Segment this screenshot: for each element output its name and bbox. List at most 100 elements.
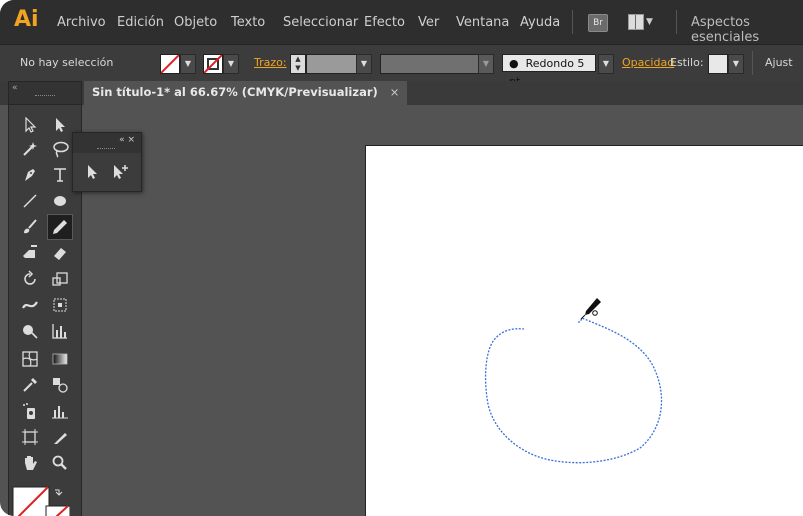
- brush-dropdown[interactable]: ▼: [598, 54, 614, 74]
- direct-selection-arrow-icon: [56, 118, 65, 132]
- artboard-tool[interactable]: [19, 426, 41, 448]
- selection-arrow-icon: [25, 117, 37, 133]
- bar-graph-icon: [52, 324, 67, 339]
- paintbrush-tool[interactable]: [19, 216, 41, 238]
- chevron-down-icon: ▼: [646, 17, 653, 27]
- menu-separator: [676, 10, 677, 34]
- menu-objeto[interactable]: Objeto: [174, 15, 217, 30]
- shape-builder-tool[interactable]: [19, 320, 41, 342]
- stroke-weight-field[interactable]: [306, 54, 358, 74]
- fill-stroke-icon: [12, 486, 71, 516]
- line-segment-tool[interactable]: [19, 190, 41, 212]
- hand-tool[interactable]: [19, 452, 41, 474]
- stroke-weight-dropdown[interactable]: ▼: [356, 54, 372, 74]
- graphic-style-swatch[interactable]: [708, 54, 728, 74]
- lasso-tool[interactable]: [49, 138, 71, 160]
- arrange-documents-icon: [628, 14, 644, 30]
- gradient-icon: [52, 353, 68, 365]
- panel-grip[interactable]: [35, 95, 55, 98]
- variable-width-profile[interactable]: [380, 54, 480, 74]
- artboard[interactable]: [365, 145, 803, 516]
- magic-wand-tool[interactable]: [19, 138, 41, 160]
- blob-brush-icon: [23, 245, 37, 258]
- slice-knife-icon: [54, 433, 67, 444]
- group-selection-tool[interactable]: [109, 161, 131, 183]
- mesh-icon: [22, 351, 38, 367]
- blob-brush-tool[interactable]: [19, 242, 41, 264]
- graph-tool[interactable]: [49, 320, 71, 342]
- none-stroke-icon: [204, 55, 222, 73]
- stroke-swatch[interactable]: [203, 54, 223, 74]
- adjust-button[interactable]: Ajust: [765, 56, 793, 69]
- arrange-documents-button[interactable]: ▼: [628, 14, 653, 30]
- paintbrush-icon: [24, 219, 37, 234]
- selection-status: No hay selección: [20, 56, 114, 69]
- direct-selection-tool[interactable]: [49, 114, 71, 136]
- type-tool[interactable]: [49, 164, 71, 186]
- menu-efecto[interactable]: Efecto: [364, 15, 405, 30]
- menu-archivo[interactable]: Archivo: [57, 15, 106, 30]
- mesh-tool[interactable]: [19, 348, 41, 370]
- tools-panel-header[interactable]: «: [9, 82, 81, 105]
- flyout-controls[interactable]: « ×: [119, 135, 135, 145]
- width-tool[interactable]: [19, 294, 41, 316]
- fill-dropdown[interactable]: ▼: [180, 54, 196, 74]
- tools-panel: «: [8, 81, 82, 516]
- rotate-tool[interactable]: [19, 268, 41, 290]
- zoom-tool[interactable]: [49, 452, 71, 474]
- menu-separator: [572, 10, 573, 34]
- bridge-button[interactable]: Br: [588, 14, 608, 32]
- scale-icon: [52, 272, 68, 286]
- eyedropper-tool[interactable]: [19, 374, 41, 396]
- pencil-tool[interactable]: [47, 214, 73, 240]
- menu-edicion[interactable]: Edición: [117, 15, 164, 30]
- stroke-panel-link[interactable]: Trazo:: [254, 56, 287, 69]
- width-icon: [22, 301, 38, 309]
- direct-selection-tool-flyout[interactable]: [81, 161, 103, 183]
- close-icon[interactable]: ×: [390, 85, 400, 99]
- document-tab-title: Sin título-1* al 66.67% (CMYK/Previsuali…: [92, 85, 378, 99]
- document-tab[interactable]: Sin título-1* al 66.67% (CMYK/Previsuali…: [84, 81, 408, 105]
- eraser-icon: [54, 248, 66, 260]
- pen-nib-icon: [25, 169, 35, 181]
- opacity-link[interactable]: Opacidad: [622, 56, 674, 69]
- flyout-grip[interactable]: [97, 148, 115, 149]
- menu-bar: Ai Archivo Edición Objeto Texto Seleccio…: [0, 0, 803, 45]
- blend-icon: [53, 378, 68, 393]
- column-graph-tool[interactable]: [49, 400, 71, 422]
- blend-tool[interactable]: [49, 374, 71, 396]
- bullet-icon: ●: [509, 57, 519, 70]
- style-dropdown[interactable]: ▼: [728, 54, 744, 74]
- lasso-icon: [53, 141, 69, 158]
- shape-builder-icon: [23, 325, 38, 339]
- workspace-switcher[interactable]: Aspectos esenciales: [691, 15, 803, 45]
- fill-swatch[interactable]: [160, 54, 180, 74]
- pen-tool[interactable]: [19, 164, 41, 186]
- scale-tool[interactable]: [49, 268, 71, 290]
- variable-width-dropdown[interactable]: ▼: [478, 54, 494, 74]
- menu-ventana[interactable]: Ventana: [456, 15, 509, 30]
- ellipse-tool[interactable]: [49, 190, 71, 212]
- symbol-sprayer-tool[interactable]: [19, 400, 41, 422]
- flyout-header[interactable]: « ×: [73, 133, 141, 153]
- menu-seleccionar[interactable]: Seleccionar: [283, 15, 358, 30]
- line-segment-icon: [23, 194, 37, 208]
- collapse-icon[interactable]: «: [12, 83, 18, 93]
- free-transform-tool[interactable]: [49, 294, 71, 316]
- hand-icon: [25, 456, 37, 470]
- slice-tool[interactable]: [49, 426, 71, 448]
- stroke-weight-stepper[interactable]: ▲ ▼: [290, 54, 306, 74]
- type-t-icon: [54, 168, 66, 182]
- menu-ver[interactable]: Ver: [418, 15, 439, 30]
- eraser-tool[interactable]: [49, 242, 71, 264]
- stroke-dropdown[interactable]: ▼: [223, 54, 239, 74]
- ellipse-icon: [54, 196, 66, 206]
- menu-texto[interactable]: Texto: [231, 15, 265, 30]
- selection-tool[interactable]: [19, 114, 41, 136]
- none-fill-icon: [161, 55, 179, 73]
- menu-ayuda[interactable]: Ayuda: [520, 15, 560, 30]
- style-label: Estilo:: [670, 56, 704, 69]
- brush-definition[interactable]: ● Redondo 5 pt.: [502, 54, 596, 88]
- gradient-tool[interactable]: [49, 348, 71, 370]
- selection-tools-flyout: « ×: [72, 132, 142, 192]
